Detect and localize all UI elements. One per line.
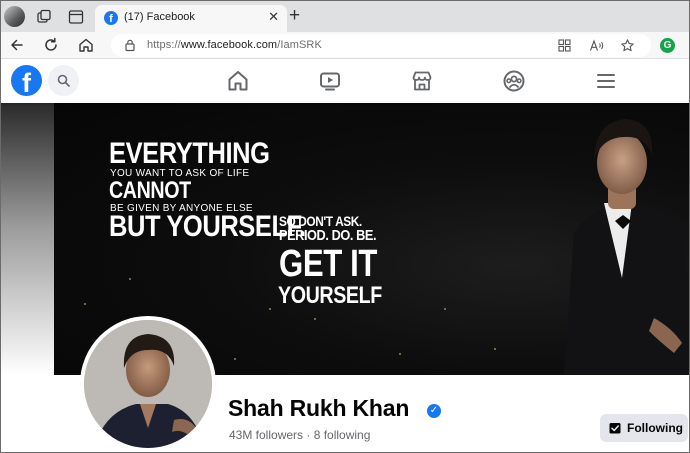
quote-line: YOURSELF [278, 282, 382, 309]
lock-icon[interactable] [123, 38, 137, 52]
address-bar[interactable]: https://www.facebook.com/IamSRK [111, 34, 651, 57]
tab-facebook[interactable]: f (17) Facebook ✕ [95, 5, 287, 32]
sparkle [444, 308, 446, 310]
browser-window: f (17) Facebook ✕ + https://www.facebook… [0, 0, 690, 453]
url-prefix: https:// [147, 39, 181, 51]
url-host: www.facebook.com [180, 39, 278, 51]
refresh-icon[interactable] [41, 35, 61, 55]
tab-title: (17) Facebook [124, 11, 195, 23]
cover-edge-gradient [1, 103, 55, 375]
sparkle [494, 348, 496, 350]
workspaces-icon[interactable] [35, 8, 53, 26]
read-aloud-icon[interactable] [589, 38, 604, 53]
quote-line: EVERYTHING [109, 137, 270, 170]
sparkle [234, 358, 236, 360]
navigation-bar: https://www.facebook.com/IamSRK G [1, 32, 689, 59]
sparkle [399, 353, 401, 355]
watch-icon[interactable] [316, 67, 344, 95]
facebook-header: f [1, 59, 689, 103]
apps-icon[interactable] [557, 38, 572, 53]
sparkle [84, 303, 86, 305]
tab-close-icon[interactable]: ✕ [268, 9, 279, 25]
profile-name: Shah Rukh Khan [228, 395, 410, 421]
sparkle [269, 308, 271, 310]
home-icon[interactable] [224, 67, 252, 95]
url-path: /IamSRK [277, 39, 322, 51]
profile-picture[interactable] [84, 320, 212, 448]
following-button[interactable]: Following [600, 414, 688, 442]
facebook-logo[interactable]: f [11, 65, 42, 96]
groups-icon[interactable] [500, 67, 528, 95]
new-tab-button[interactable]: + [289, 5, 300, 27]
following-check-icon [609, 423, 621, 434]
tab-actions-icon[interactable] [67, 8, 85, 26]
url-text[interactable]: https://www.facebook.com/IamSRK [147, 39, 322, 51]
browser-profile-avatar[interactable] [4, 6, 25, 27]
marketplace-icon[interactable] [408, 67, 436, 95]
quote-line: PERIOD. DO. BE. [279, 227, 377, 244]
verified-badge-icon: ✓ [427, 404, 441, 418]
quote-line: GET IT [279, 243, 377, 285]
favorite-star-icon[interactable] [620, 38, 635, 53]
facebook-search-button[interactable] [48, 65, 79, 96]
follower-stats[interactable]: 43M followers · 8 following [229, 428, 370, 442]
home-icon[interactable] [76, 35, 96, 55]
facebook-favicon-icon: f [104, 11, 118, 25]
quote-line: BUT YOURSELF. [109, 210, 306, 243]
sparkle [129, 278, 131, 280]
cover-portrait [564, 119, 689, 375]
menu-icon[interactable] [592, 67, 620, 95]
sparkle [314, 318, 316, 320]
back-icon[interactable] [7, 35, 27, 55]
following-button-label: Following [627, 421, 683, 435]
quote-line: CANNOT [109, 177, 191, 204]
search-icon [57, 74, 70, 87]
profile-portrait [84, 320, 212, 448]
grammarly-extension-icon[interactable]: G [660, 38, 675, 53]
tab-strip: f (17) Facebook ✕ + [1, 1, 689, 32]
